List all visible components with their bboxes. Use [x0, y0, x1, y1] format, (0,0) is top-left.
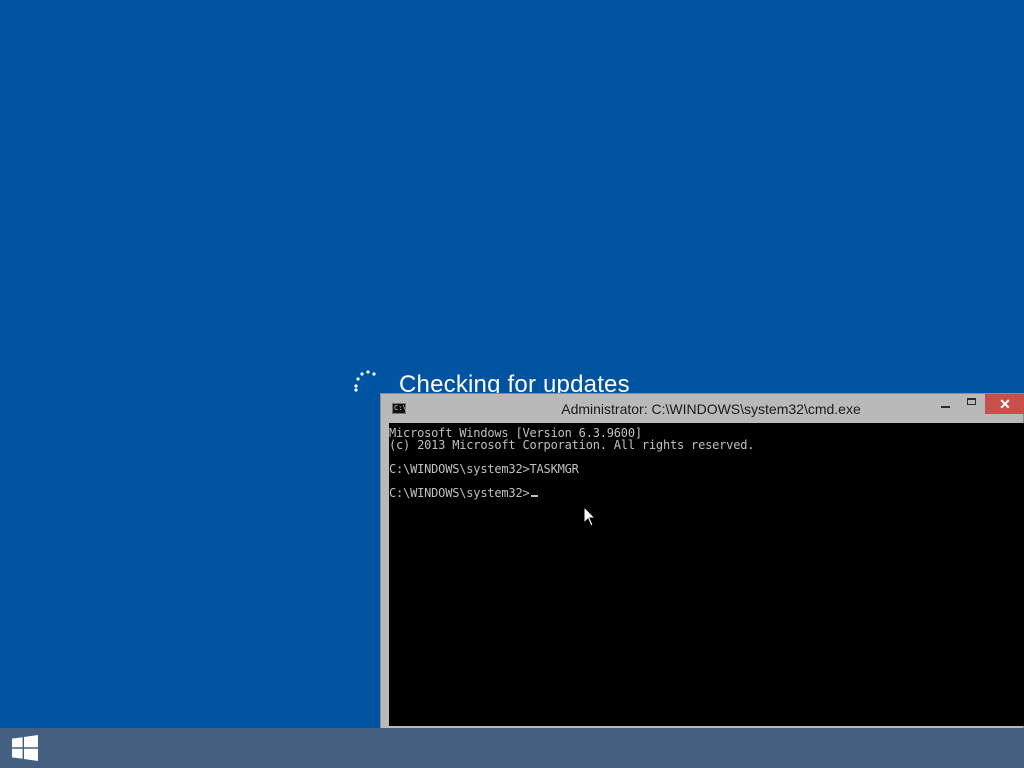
minimize-button[interactable]: [933, 394, 959, 414]
loading-spinner-icon: [354, 370, 376, 392]
close-icon: ✕: [999, 396, 1011, 412]
close-button[interactable]: ✕: [985, 394, 1024, 414]
console-prompt-line[interactable]: C:\WINDOWS\system32>: [389, 487, 538, 499]
maximize-button[interactable]: [959, 394, 985, 414]
windows-logo-icon: [12, 735, 38, 761]
window-title: Administrator: C:\WINDOWS\system32\cmd.e…: [561, 401, 861, 417]
console-line: (c) 2013 Microsoft Corporation. All righ…: [389, 438, 755, 452]
maximize-icon: [967, 398, 976, 405]
start-button[interactable]: [0, 728, 50, 768]
mouse-pointer-icon: [583, 506, 597, 527]
taskbar: [0, 728, 1024, 768]
minimize-icon: [941, 406, 950, 408]
console-line: C:\WINDOWS\system32>TASKMGR: [389, 462, 579, 476]
console-prompt: C:\WINDOWS\system32>: [389, 486, 530, 500]
command-prompt-window[interactable]: C:\ Administrator: C:\WINDOWS\system32\c…: [380, 393, 1024, 736]
text-caret: [530, 495, 538, 497]
console-output[interactable]: Microsoft Windows [Version 6.3.9600] (c)…: [389, 423, 1024, 726]
window-titlebar[interactable]: C:\ Administrator: C:\WINDOWS\system32\c…: [381, 394, 1024, 423]
